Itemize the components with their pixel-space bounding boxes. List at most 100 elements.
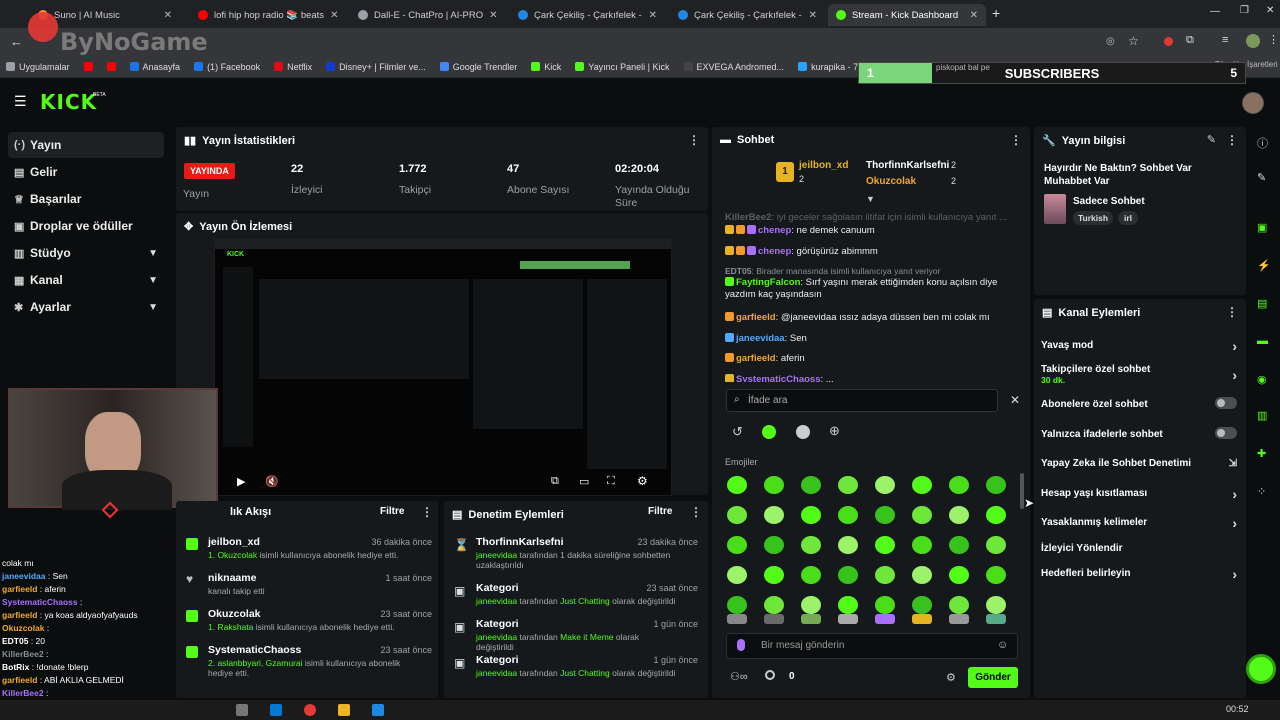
emote-icon[interactable] — [986, 476, 1006, 494]
emote-icon[interactable] — [838, 614, 858, 624]
browser-tab[interactable]: Çark Çekiliş - Çarkıfelek - Hızlı Ç✕ — [510, 4, 665, 26]
activity-filter-button[interactable]: Filtre — [380, 506, 404, 517]
chat-users-icon[interactable]: ⚇∞ — [730, 670, 748, 683]
emote-icon[interactable] — [875, 476, 895, 494]
browser-tab[interactable]: Çark Çekiliş - Çarkıfelek - Hızlı Ç✕ — [670, 4, 825, 26]
recent-icon[interactable]: ↺ — [732, 424, 743, 440]
emote-icon[interactable] — [764, 596, 784, 614]
fullscreen-icon[interactable]: ⛶ — [607, 475, 615, 488]
menu-dots-icon[interactable]: ⋮ — [1268, 33, 1279, 46]
emote-icon[interactable] — [727, 596, 747, 614]
sidebar-item-basarilar[interactable]: ♕ Başarılar — [8, 186, 164, 212]
emote-icon[interactable] — [764, 476, 784, 494]
edit-icon[interactable]: ✎ — [1207, 133, 1216, 146]
emote-icon[interactable] — [986, 506, 1006, 524]
eye-off-icon[interactable]: ◎ — [1106, 36, 1115, 47]
send-button[interactable]: Gönder — [968, 667, 1018, 688]
maximize-icon[interactable]: ❐ — [1240, 5, 1249, 16]
user-avatar[interactable] — [1242, 92, 1264, 114]
browser-tab[interactable]: Dall-E - ChatPro | AI-PRO ✕ — [350, 4, 505, 26]
emote-icon[interactable] — [801, 596, 821, 614]
broadcast-icon[interactable]: ◉ — [1257, 373, 1267, 386]
account-age-row[interactable]: Hesap yaşı kısıtlaması › — [1041, 486, 1241, 502]
taskbar-app-icon[interactable] — [304, 704, 316, 716]
bookmark-item[interactable]: EXVEGA Andromed... — [683, 62, 784, 72]
emote-icon[interactable] — [949, 506, 969, 524]
close-icon[interactable]: ✕ — [643, 10, 657, 21]
more-options-icon[interactable]: ⋮ — [690, 505, 702, 519]
emote-icon[interactable] — [949, 614, 969, 624]
close-icon[interactable]: ✕ — [1010, 393, 1020, 407]
emote-icon[interactable] — [727, 536, 747, 554]
minimize-icon[interactable]: — — [1210, 6, 1220, 17]
emote-search-input[interactable]: ⌕ İfade ara — [726, 389, 998, 412]
more-options-icon[interactable]: ⋮ — [1226, 305, 1238, 319]
emote-icon[interactable] — [801, 476, 821, 494]
channel-emotes-tab-icon[interactable] — [796, 425, 810, 439]
subscribers-only-toggle[interactable] — [1215, 397, 1237, 409]
emote-icon[interactable] — [986, 566, 1006, 584]
back-icon[interactable]: ← — [10, 34, 23, 49]
browser-tab-active[interactable]: Stream - Kick Dashboard ✕ — [828, 4, 986, 26]
emote-icon[interactable] — [912, 506, 932, 524]
ai-moderation-row[interactable]: Yapay Zeka ile Sohbet Denetimi ⇲ — [1041, 458, 1241, 469]
emote-icon[interactable] — [949, 566, 969, 584]
close-icon[interactable]: ✕ — [803, 10, 817, 21]
more-options-icon[interactable]: ⋮ — [1226, 133, 1238, 147]
emotes-only-toggle[interactable] — [1215, 427, 1237, 439]
microphone-icon[interactable] — [737, 639, 745, 651]
star-icon[interactable]: ☆ — [1128, 34, 1139, 48]
bookmark-item[interactable]: Google Trendler — [439, 62, 517, 72]
more-options-icon[interactable]: ⋮ — [688, 133, 700, 147]
goals-row[interactable]: Hedefleri belirleyin › — [1041, 566, 1241, 582]
raid-row[interactable]: İzleyici Yönlendir — [1041, 543, 1241, 554]
stack-icon[interactable]: ▥ — [1257, 409, 1267, 422]
emote-icon[interactable] — [838, 596, 858, 614]
emote-icon[interactable] — [727, 476, 747, 494]
apps-icon[interactable]: ⁘ — [1257, 485, 1266, 498]
new-tab-icon[interactable]: + — [992, 5, 1000, 21]
emote-icon[interactable] — [838, 476, 858, 494]
gear-icon[interactable]: ⚙ — [637, 474, 648, 488]
emote-icon[interactable] — [875, 536, 895, 554]
chat-icon[interactable]: ▬ — [1257, 335, 1268, 347]
taskbar-app-icon[interactable] — [372, 704, 384, 716]
emote-icon[interactable] — [727, 506, 747, 524]
close-icon[interactable]: ✕ — [158, 10, 172, 21]
emote-icon[interactable] — [912, 476, 932, 494]
emote-icon[interactable] — [764, 536, 784, 554]
sidebar-item-ayarlar[interactable]: ✱ Ayarlar ▼ — [8, 294, 164, 320]
kick-emotes-tab-icon[interactable] — [762, 425, 776, 439]
emote-icon[interactable] — [801, 566, 821, 584]
top-gifter-name[interactable]: ThorfinnKarlsefni — [866, 160, 949, 171]
globe-icon[interactable]: ⊕ — [829, 423, 840, 439]
emote-icon[interactable] — [912, 614, 932, 624]
emote-icon[interactable] — [875, 614, 895, 624]
widget-icon[interactable]: ▣ — [1257, 221, 1267, 234]
emote-icon[interactable] — [764, 566, 784, 584]
top-gifter-name[interactable]: jeilbon_xd — [799, 160, 848, 171]
emote-icon[interactable] — [727, 566, 747, 584]
expand-leaderboard-icon[interactable]: ▼ — [866, 194, 875, 204]
close-icon[interactable]: ✕ — [483, 10, 497, 21]
banned-words-row[interactable]: Yasaklanmış kelimeler › — [1041, 515, 1241, 531]
browser-tab[interactable]: lofi hip hop radio 📚 beats ✕ — [190, 4, 340, 26]
profile-avatar[interactable] — [1246, 34, 1260, 48]
emote-icon[interactable] — [801, 614, 821, 624]
emote-icon[interactable] — [912, 566, 932, 584]
emote-icon[interactable] — [949, 536, 969, 554]
play-icon[interactable]: ▶ — [237, 475, 245, 488]
emote-icon[interactable] — [727, 614, 747, 624]
chat-message-input[interactable]: Bir mesaj gönderin ☺ — [726, 633, 1018, 659]
followers-only-row[interactable]: Takipçilere özel sohbet 30 dk. › — [1041, 364, 1241, 385]
theater-icon[interactable]: ▭ — [579, 475, 589, 488]
more-options-icon[interactable]: ⋮ — [421, 505, 433, 519]
category-name[interactable]: Sadece Sohbet — [1073, 196, 1145, 207]
sidebar-item-yayin[interactable]: (·) Yayın — [8, 132, 164, 158]
info-icon[interactable]: ⓘ — [1257, 135, 1268, 151]
emote-icon[interactable] — [949, 596, 969, 614]
sidebar-item-kanal[interactable]: ▦ Kanal ▼ — [8, 267, 164, 293]
emote-icon[interactable] — [875, 566, 895, 584]
mute-icon[interactable]: 🔇 — [265, 475, 279, 488]
emote-icon[interactable] — [801, 536, 821, 554]
